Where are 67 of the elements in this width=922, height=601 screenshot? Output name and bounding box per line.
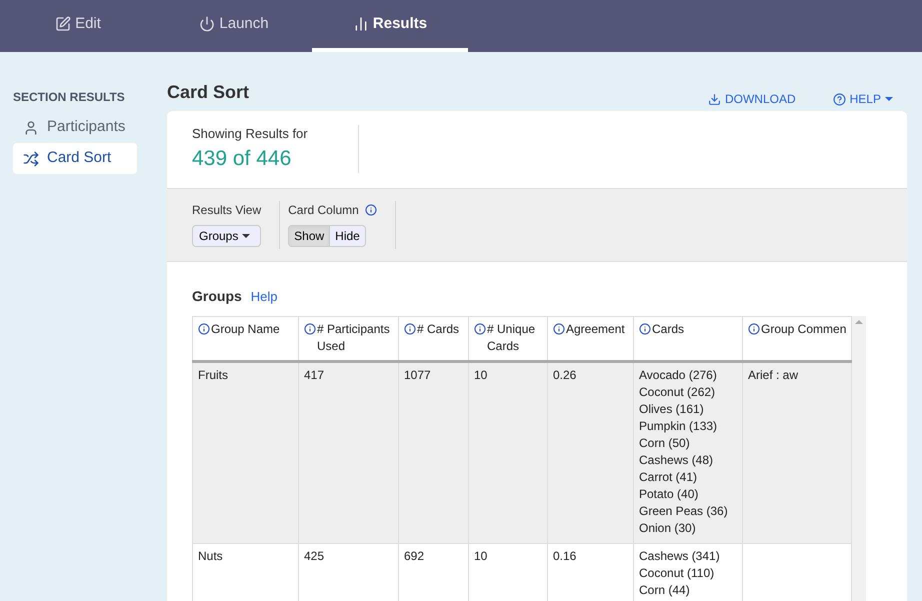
info-icon xyxy=(198,323,210,336)
card-count: Olives (161) xyxy=(639,401,705,418)
table-cell: 692 xyxy=(398,544,468,601)
info-icon xyxy=(553,323,565,336)
summary-value: 439 of 446 xyxy=(192,146,292,172)
column-header: # Unique Cards xyxy=(468,316,548,362)
card-count: Onion (30) xyxy=(639,520,697,538)
caret-icon xyxy=(885,97,893,101)
column-header: Group Name xyxy=(192,316,298,362)
card-count: Avocado (276) xyxy=(639,367,718,384)
power-icon xyxy=(199,16,216,32)
card-count: Corn (44) xyxy=(639,582,691,600)
info-icon xyxy=(748,323,760,336)
column-header: # Cards xyxy=(398,316,468,362)
table-cell: 0.16 xyxy=(548,544,634,601)
filter-label: Card Column xyxy=(288,202,359,220)
table-cell: 417 xyxy=(298,362,398,544)
column-header: Cards xyxy=(634,316,742,362)
download-icon xyxy=(708,92,721,106)
table-row[interactable]: Fruits 417 1077 10 0.26 Avocado (276) Coconut (262) Olives (161) Pumpkin (133) Corn (50) Cashews (48) Carrot (41) Potato (40) Green Peas (36) Onion (30) Arief : aw xyxy=(192,362,852,544)
card-count: Potato (40) xyxy=(639,486,700,504)
sidebar-heading: SECTION RESULTS xyxy=(13,89,126,106)
sidebar-item[interactable]: Card Sort xyxy=(13,143,137,174)
toggle-option[interactable]: Show xyxy=(288,225,330,248)
info-icon xyxy=(474,323,486,336)
card-count: Coconut (110) xyxy=(639,565,716,582)
caret-icon xyxy=(242,234,250,238)
info-icon xyxy=(404,323,416,336)
group-comment: Arief : aw xyxy=(748,368,798,382)
card-count: Cashews (341) xyxy=(639,548,721,566)
table-cell: 10 xyxy=(468,544,548,601)
download-button[interactable]: DOWNLOAD xyxy=(708,90,796,108)
table-cell: Nuts xyxy=(192,544,298,601)
nav-tab[interactable]: Edit xyxy=(0,0,156,52)
user-icon xyxy=(23,120,39,136)
results-view-dropdown[interactable]: Groups xyxy=(192,225,262,248)
nav-tab[interactable]: Results xyxy=(312,0,468,52)
table-cell: Fruits xyxy=(192,362,298,544)
table-cell: 425 xyxy=(298,544,398,601)
table-row[interactable]: Nuts 425 692 10 0.16 Cashews (341) Coconut (110) Corn (44) xyxy=(192,544,852,601)
section-title: Groups xyxy=(192,287,242,306)
table-cell: 10 xyxy=(468,362,548,544)
edit-icon xyxy=(55,16,72,32)
nav-tab[interactable]: Launch xyxy=(156,0,312,52)
column-header: Agreement xyxy=(548,316,634,362)
sidebar-item[interactable]: Participants xyxy=(13,112,137,143)
help-button[interactable]: HELP xyxy=(832,90,893,108)
table-cell: 0.26 xyxy=(548,362,634,544)
card-count: Cashews (48) xyxy=(639,452,714,470)
info-icon xyxy=(304,323,316,336)
table-cell: 1077 xyxy=(398,362,468,544)
card-count: Coconut (262) xyxy=(639,384,716,402)
card-count: Pumpkin (133) xyxy=(639,418,718,436)
summary-label: Showing Results for xyxy=(192,124,308,143)
page-title: Card Sort xyxy=(167,81,250,104)
card-count: Green Peas (36) xyxy=(639,503,729,520)
toggle-option[interactable]: Hide xyxy=(330,225,366,248)
column-header: # Participants Used xyxy=(298,316,398,362)
filter-label: Results View xyxy=(192,202,262,220)
help-link[interactable]: Help xyxy=(250,287,278,307)
info-icon xyxy=(364,204,377,216)
shuffle-icon xyxy=(23,150,39,166)
card-count: Carrot (41) xyxy=(639,469,698,486)
info-icon xyxy=(639,323,651,336)
bar-chart-icon xyxy=(352,16,369,32)
card-count: Corn (50) xyxy=(639,435,691,452)
help-icon xyxy=(832,92,846,106)
